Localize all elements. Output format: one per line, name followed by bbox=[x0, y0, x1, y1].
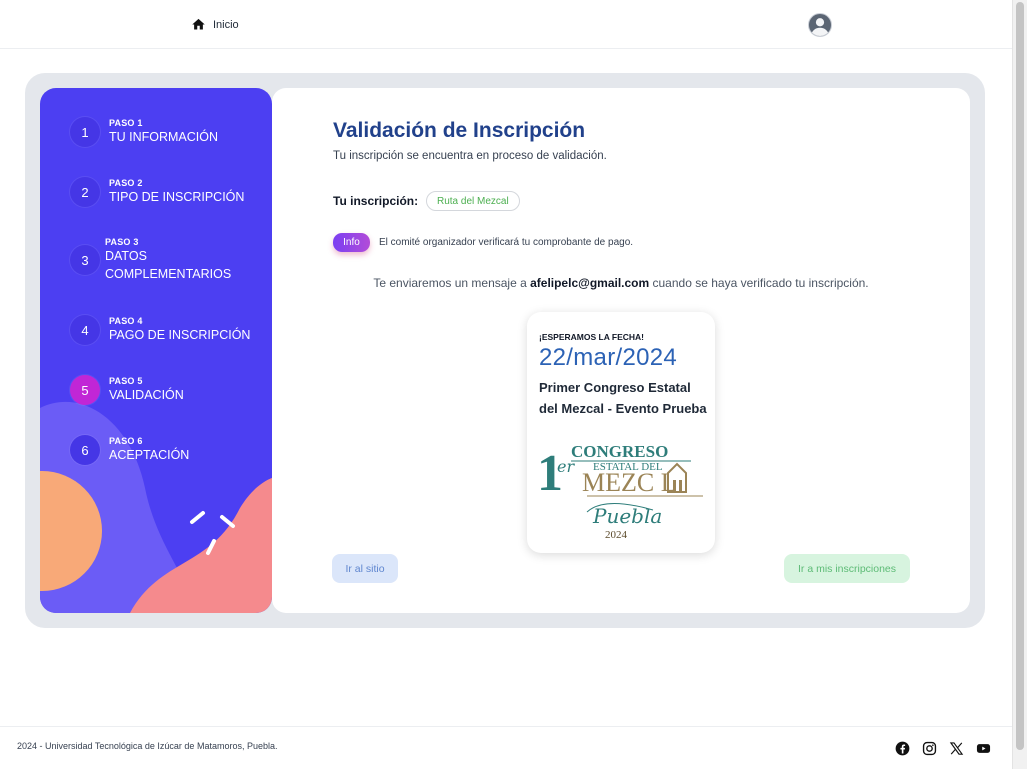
youtube-icon[interactable] bbox=[976, 741, 991, 756]
verification-message: Te enviaremos un mensaje a afelipelc@gma… bbox=[272, 276, 970, 290]
congress-logo: 1 er CONGRESO ESTATAL DEL MEZC L Puebla … bbox=[537, 442, 703, 540]
message-before: Te enviaremos un mensaje a bbox=[373, 276, 531, 290]
top-navbar: Inicio bbox=[0, 0, 1012, 49]
page-title: Validación de Inscripción bbox=[333, 119, 586, 142]
step-label: PASO 2 bbox=[109, 178, 143, 188]
step-label: PASO 6 bbox=[109, 436, 143, 446]
info-text: El comité organizador verificará tu comp… bbox=[379, 237, 634, 248]
step-label: PASO 5 bbox=[109, 376, 143, 386]
step-title: ACEPTACIÓN bbox=[109, 448, 190, 462]
step-title: TU INFORMACIÓN bbox=[109, 130, 219, 144]
step-title: VALIDACIÓN bbox=[109, 388, 184, 402]
inscripcion-label: Tu inscripción: bbox=[333, 194, 419, 208]
footer-text: 2024 - Universidad Tecnológica de Izúcar… bbox=[17, 741, 278, 751]
step-2[interactable]: 2 PASO 2 TIPO DE INSCRIPCIÓN bbox=[70, 177, 244, 207]
step-number: 1 bbox=[70, 117, 100, 147]
step-number: 6 bbox=[70, 435, 100, 465]
step-title: DATOS bbox=[105, 249, 147, 263]
step-1[interactable]: 1 PASO 1 TU INFORMACIÓN bbox=[70, 117, 218, 147]
message-after: cuando se haya verificado tu inscripción… bbox=[649, 276, 869, 290]
home-icon bbox=[192, 18, 205, 30]
event-card: ¡ESPERAMOS LA FECHA! 22/mar/2024 Primer … bbox=[527, 312, 715, 553]
logo-mezcal: MEZC L bbox=[582, 468, 677, 497]
step-label: PASO 1 bbox=[109, 118, 143, 128]
logo-congreso: CONGRESO bbox=[571, 442, 668, 461]
go-to-site-button[interactable]: Ir al sitio bbox=[332, 554, 398, 583]
user-avatar[interactable] bbox=[808, 13, 832, 37]
step-3[interactable]: 3 PASO 3 DATOS COMPLEMENTARIOS bbox=[70, 237, 231, 283]
user-avatar-icon bbox=[810, 18, 830, 36]
email: afelipelc@gmail.com bbox=[530, 276, 650, 290]
home-link[interactable]: Inicio bbox=[191, 17, 239, 32]
step-label: PASO 4 bbox=[109, 316, 143, 326]
step-number: 2 bbox=[70, 177, 100, 207]
page-subtitle: Tu inscripción se encuentra en proceso d… bbox=[333, 150, 607, 162]
scroll-thumb[interactable] bbox=[1016, 2, 1024, 750]
main-panel: Validación de Inscripción Tu inscripción… bbox=[272, 88, 970, 613]
step-label: PASO 3 bbox=[105, 237, 139, 247]
step-number: 5 bbox=[70, 375, 100, 405]
info-badge: Info bbox=[333, 233, 370, 252]
event-name: Primer Congreso Estatal del Mezcal - Eve… bbox=[539, 380, 707, 416]
logo-puebla: Puebla bbox=[592, 504, 662, 528]
logo-year: 2024 bbox=[605, 529, 628, 540]
step-title: PAGO DE INSCRIPCIÓN bbox=[109, 328, 251, 342]
step-title: TIPO DE INSCRIPCIÓN bbox=[109, 190, 245, 204]
my-inscriptions-button[interactable]: Ir a mis inscripciones bbox=[784, 554, 910, 583]
event-date: 22/mar/2024 bbox=[539, 344, 678, 371]
instagram-icon[interactable] bbox=[922, 741, 937, 756]
inscripcion-badge: Ruta del Mezcal bbox=[426, 191, 520, 211]
sidebar-decoration bbox=[40, 401, 272, 613]
steps-sidebar: 1 PASO 1 TU INFORMACIÓN 2 PASO 2 TIPO DE… bbox=[40, 88, 272, 613]
footer: 2024 - Universidad Tecnológica de Izúcar… bbox=[0, 726, 1012, 769]
step-title-line2: COMPLEMENTARIOS bbox=[105, 267, 232, 281]
facebook-icon[interactable] bbox=[895, 741, 910, 756]
step-number: 3 bbox=[70, 245, 100, 275]
step-number: 4 bbox=[70, 315, 100, 345]
home-label: Inicio bbox=[213, 18, 239, 31]
step-6[interactable]: 6 PASO 6 ACEPTACIÓN bbox=[70, 435, 189, 465]
x-icon[interactable] bbox=[949, 741, 964, 756]
step-5-active[interactable]: 5 PASO 5 VALIDACIÓN bbox=[70, 375, 184, 405]
scrollbar[interactable] bbox=[1012, 0, 1027, 769]
card-kicker: ¡ESPERAMOS LA FECHA! bbox=[539, 332, 644, 342]
step-4[interactable]: 4 PASO 4 PAGO DE INSCRIPCIÓN bbox=[70, 315, 250, 345]
